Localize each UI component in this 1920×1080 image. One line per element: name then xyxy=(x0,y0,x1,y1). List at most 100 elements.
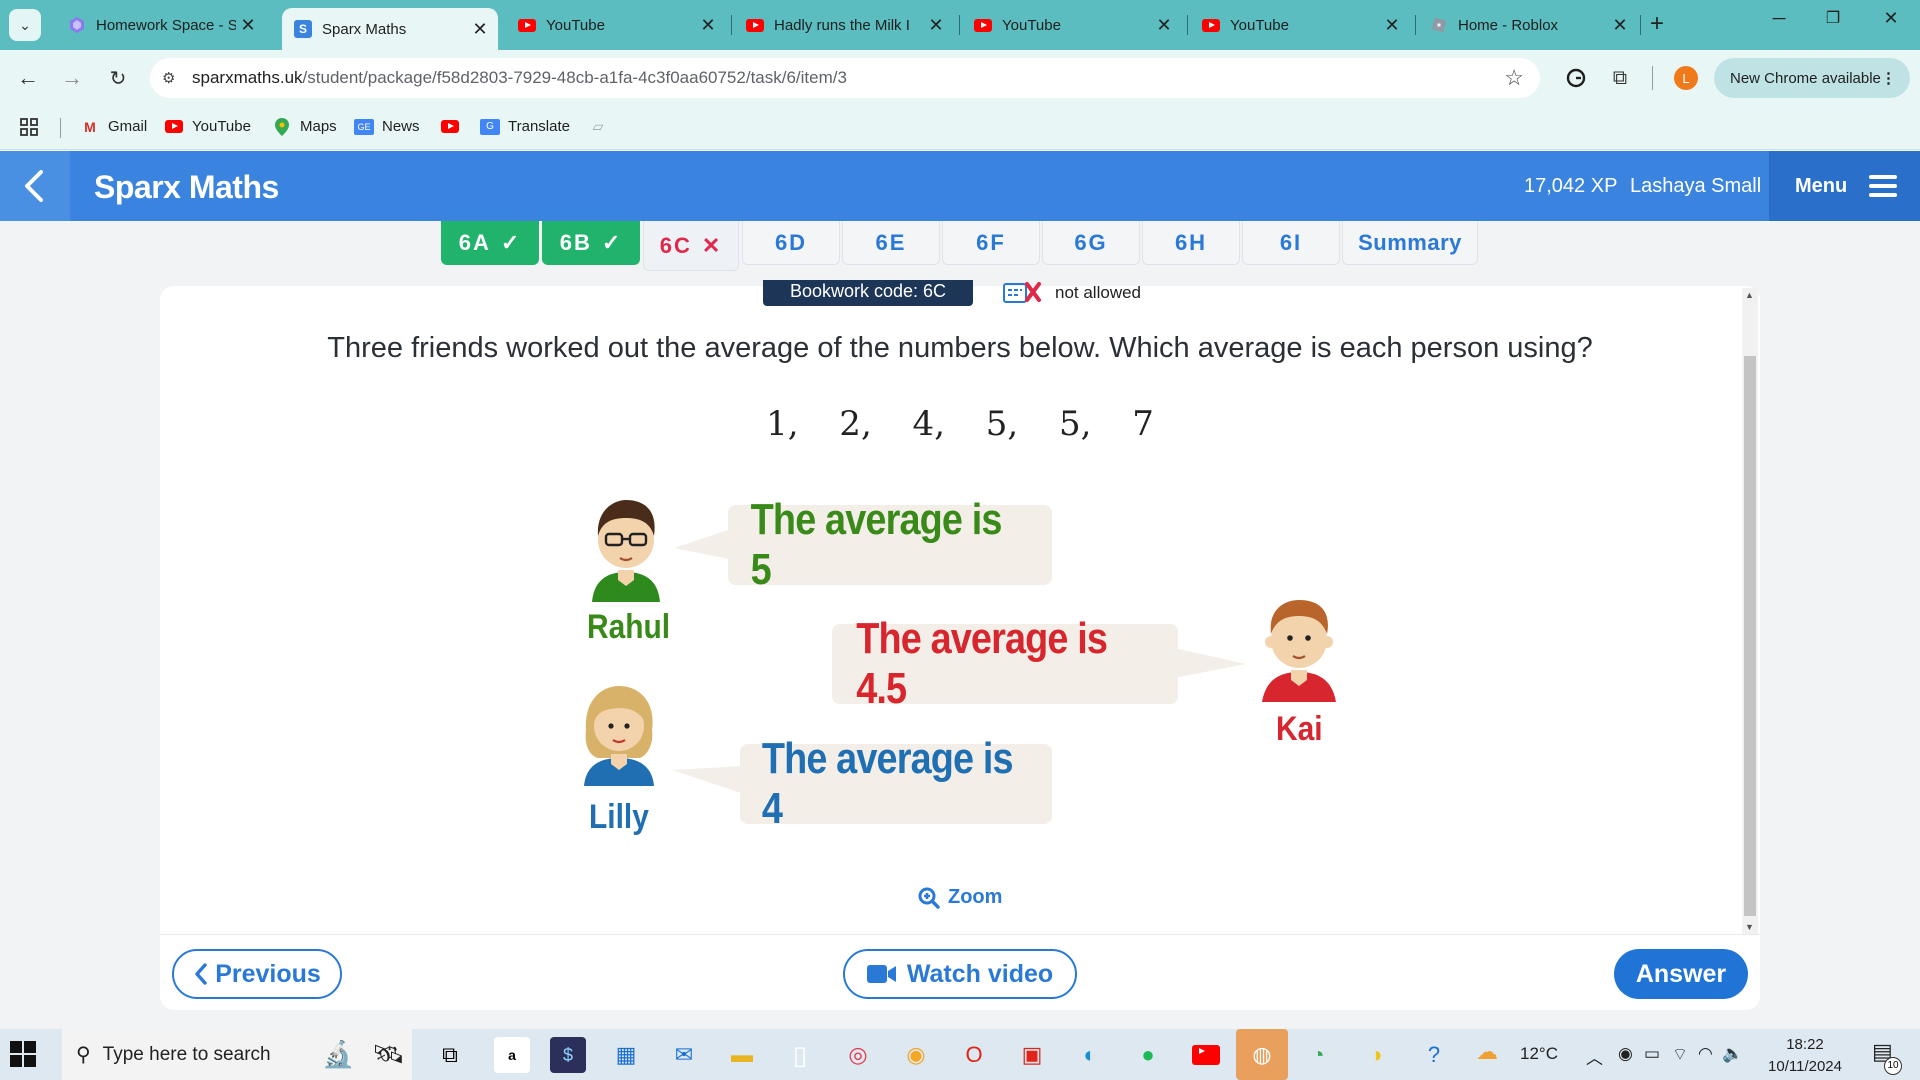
taskbar-search[interactable]: ⚲ Type here to search 🔬 🛰 xyxy=(62,1029,412,1080)
document-icon[interactable]: ▯ xyxy=(782,1037,818,1073)
photos-icon[interactable]: ▣ xyxy=(1014,1037,1050,1073)
news-icon: GE xyxy=(354,118,374,135)
tab-6h[interactable]: 6H xyxy=(1142,221,1240,265)
record-icon[interactable]: ◉ xyxy=(1618,1044,1633,1064)
restore-icon[interactable]: ❐ xyxy=(1810,8,1856,28)
opera-icon[interactable]: O xyxy=(956,1037,992,1073)
bookmark-star-icon[interactable]: ☆ xyxy=(1504,65,1524,91)
scroll-down-icon[interactable]: ▼ xyxy=(1745,922,1754,932)
previous-button[interactable]: Previous xyxy=(172,949,342,999)
tab-6f[interactable]: 6F xyxy=(942,221,1040,265)
sparx-icon: S xyxy=(294,20,312,38)
answer-button[interactable]: Answer xyxy=(1614,949,1748,999)
watch-video-button[interactable]: Watch video xyxy=(843,949,1077,999)
chevron-up-icon[interactable]: ︿ xyxy=(1586,1044,1603,1069)
close-icon[interactable]: ✕ xyxy=(1608,15,1632,36)
back-button[interactable] xyxy=(0,151,70,221)
browser-tab[interactable]: Homework Space - S ✕ xyxy=(56,8,266,42)
tab-6b[interactable]: 6B ✓ xyxy=(542,221,640,265)
spotify-icon[interactable]: ● xyxy=(1130,1037,1166,1073)
sparx-app-icon[interactable]: $ xyxy=(550,1037,586,1073)
close-icon[interactable]: ✕ xyxy=(236,15,260,36)
edge-icon[interactable]: ◐ xyxy=(1072,1037,1108,1073)
tab-summary[interactable]: Summary xyxy=(1342,221,1478,265)
task-view-icon[interactable]: ⧉ xyxy=(432,1037,468,1073)
browser-toolbar: ← → ↻ ⚙ sparxmaths.uk/student/package/f5… xyxy=(0,50,1920,106)
youtube-icon xyxy=(164,119,184,135)
close-icon[interactable]: ✕ xyxy=(468,19,492,40)
new-chrome-available-button[interactable]: New Chrome available ⋮ xyxy=(1714,58,1910,98)
browser-tab[interactable]: Hadly runs the Milk I ✕ xyxy=(734,8,954,42)
notification-count-badge: 10 xyxy=(1884,1057,1902,1075)
profile-avatar[interactable]: L xyxy=(1674,66,1698,90)
chrome-icon[interactable]: ◔ xyxy=(1300,1037,1336,1073)
bookmarks-bar: M Gmail YouTube Maps GE News G Translate… xyxy=(0,106,1920,150)
bookmark-folder[interactable]: ▱ xyxy=(588,118,616,134)
youtube-icon[interactable] xyxy=(1188,1037,1224,1073)
opera-gx-icon[interactable]: ◎ xyxy=(840,1037,876,1073)
help-icon[interactable]: ? xyxy=(1416,1037,1452,1073)
tab-6e[interactable]: 6E xyxy=(842,221,940,265)
amazon-icon[interactable]: a xyxy=(494,1037,530,1073)
bookmark-label: Maps xyxy=(300,118,337,135)
bookmark-maps[interactable]: Maps xyxy=(272,117,337,136)
zoom-button[interactable]: Zoom xyxy=(918,886,1002,909)
close-icon[interactable]: ✕ xyxy=(696,15,720,36)
chrome-profile-icon[interactable]: ◑ xyxy=(1358,1037,1394,1073)
address-bar[interactable]: ⚙ sparxmaths.uk/student/package/f58d2803… xyxy=(150,58,1540,98)
weather-icon: ☁ xyxy=(1476,1039,1498,1064)
tab-6d[interactable]: 6D xyxy=(742,221,840,265)
bookmark-youtube-2[interactable] xyxy=(440,118,468,134)
tab-6a[interactable]: 6A ✓ xyxy=(441,221,539,265)
minimize-icon[interactable]: ─ xyxy=(1756,8,1802,29)
reload-icon[interactable]: ↻ xyxy=(102,62,134,94)
tab-6i[interactable]: 6I xyxy=(1242,221,1340,265)
close-icon[interactable]: ✕ xyxy=(1152,15,1176,36)
tab-6c[interactable]: 6C ✕ xyxy=(643,221,739,271)
close-icon[interactable]: ✕ xyxy=(1380,15,1404,36)
app-icon[interactable]: ◉ xyxy=(898,1037,934,1073)
grammarly-icon[interactable] xyxy=(1562,64,1590,92)
discord-icon[interactable]: ◍ xyxy=(1236,1029,1288,1080)
bookmark-label: News xyxy=(382,118,420,135)
calculator-not-allowed-icon xyxy=(1003,282,1041,303)
browser-tab-active[interactable]: S Sparx Maths ✕ xyxy=(282,8,498,50)
scrollbar-thumb[interactable] xyxy=(1744,356,1756,916)
browser-tab[interactable]: YouTube ✕ xyxy=(1190,8,1410,42)
card-scrollbar[interactable]: ▲ ▼ xyxy=(1742,288,1758,934)
mail-icon[interactable]: ✉ xyxy=(666,1037,702,1073)
scroll-up-icon[interactable]: ▲ xyxy=(1745,290,1754,300)
bookmark-youtube[interactable]: YouTube xyxy=(164,118,251,135)
tab-search-button[interactable]: ⌄ xyxy=(9,9,41,41)
browser-tab[interactable]: YouTube ✕ xyxy=(962,8,1182,42)
browser-tab[interactable]: YouTube ✕ xyxy=(506,8,726,42)
statement-text: The average is 4 xyxy=(761,734,1014,833)
number-list: 1, 2, 4, 5, 5, 7 xyxy=(766,404,1154,444)
new-tab-icon[interactable]: + xyxy=(1650,10,1664,38)
bookmark-label: YouTube xyxy=(192,118,251,135)
forward-arrow-icon[interactable]: → xyxy=(56,62,88,94)
close-icon[interactable]: ✕ xyxy=(924,15,948,36)
apps-grid-icon[interactable] xyxy=(20,118,38,136)
back-arrow-icon[interactable]: ← xyxy=(12,62,44,94)
tab-6g[interactable]: 6G xyxy=(1042,221,1140,265)
battery-icon[interactable]: ▭ xyxy=(1644,1044,1660,1064)
window-close-icon[interactable]: ✕ xyxy=(1868,8,1914,29)
menu-button[interactable]: Menu xyxy=(1769,151,1920,221)
browser-tab[interactable]: Home - Roblox ✕ xyxy=(1418,8,1638,42)
clock[interactable]: 18:22 10/11/2024 xyxy=(1760,1034,1850,1078)
kebab-menu-icon[interactable]: ⋮ xyxy=(1881,69,1896,87)
windows-start-icon[interactable] xyxy=(10,1041,36,1067)
wifi-icon[interactable]: ◠ xyxy=(1698,1044,1713,1064)
bookmark-translate[interactable]: G Translate xyxy=(480,118,570,135)
tab-label: 6C xyxy=(659,232,692,258)
network-icon[interactable]: ⌔ xyxy=(1672,1044,1688,1065)
volume-icon[interactable]: 🔈 xyxy=(1722,1044,1743,1064)
bookmark-news[interactable]: GE News xyxy=(354,118,420,135)
file-explorer-icon[interactable]: ▬ xyxy=(724,1037,760,1073)
site-settings-icon[interactable]: ⚙ xyxy=(162,69,192,87)
bookmark-gmail[interactable]: M Gmail xyxy=(80,118,147,135)
youtube-icon xyxy=(440,118,460,134)
microsoft-store-icon[interactable]: ▦ xyxy=(608,1037,644,1073)
extensions-icon[interactable]: ⧉ xyxy=(1606,64,1634,92)
